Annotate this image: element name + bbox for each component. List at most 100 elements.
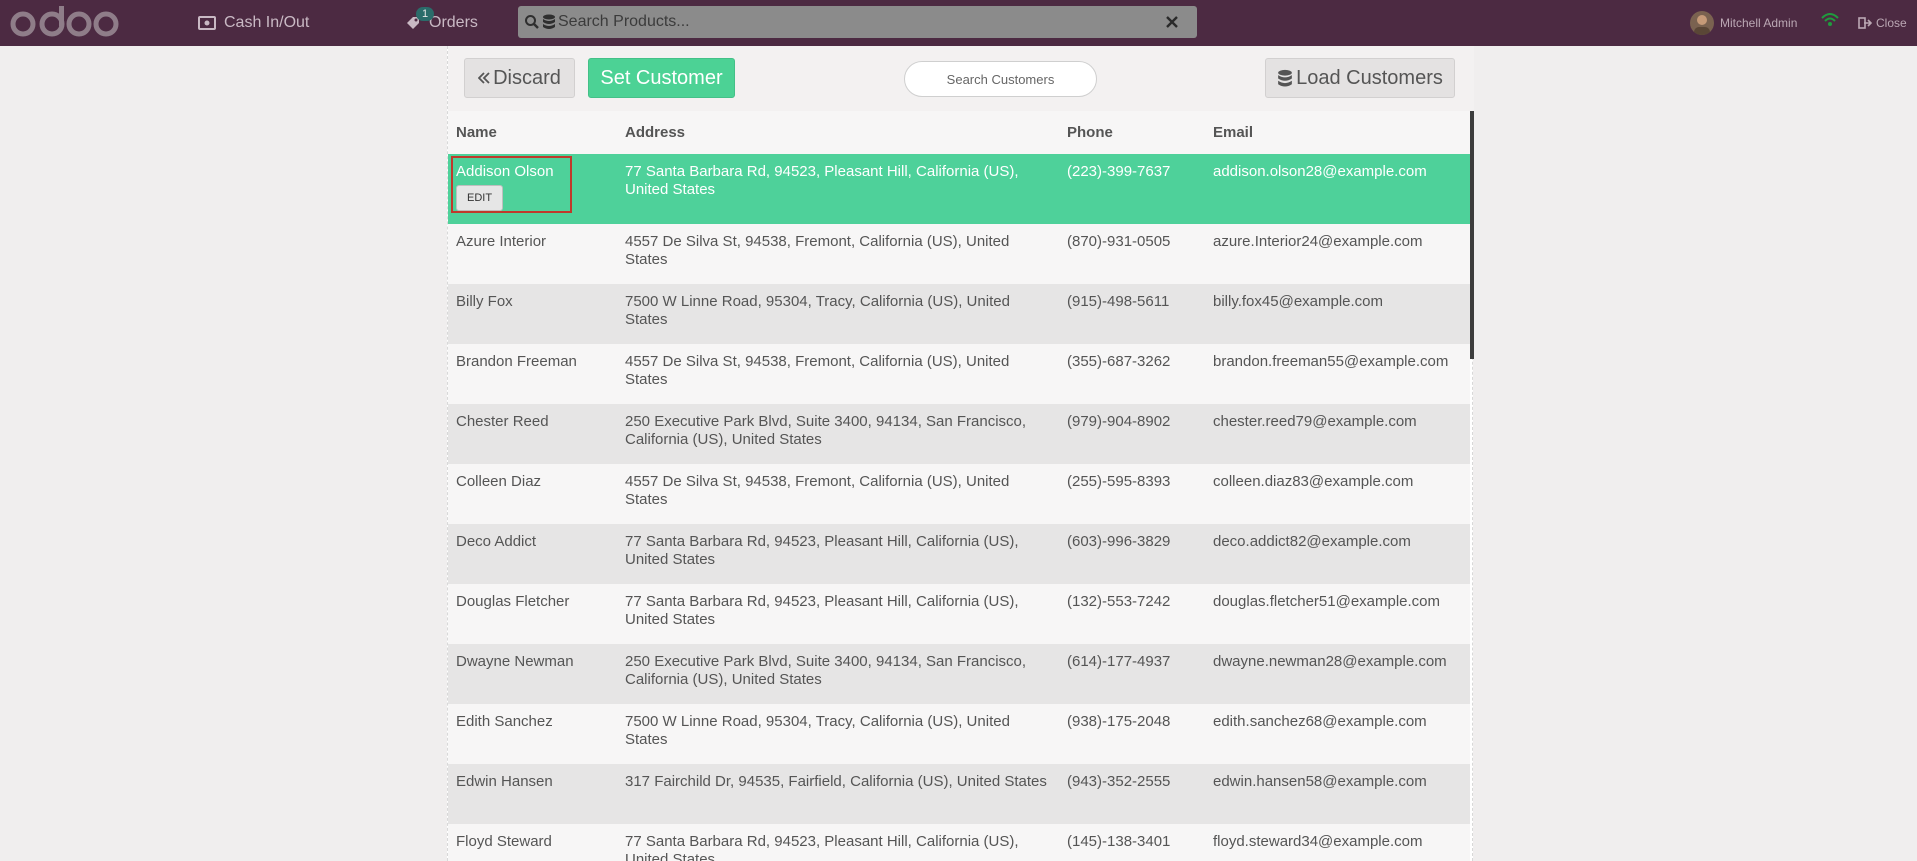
table-row[interactable]: Floyd Steward 77 Santa Barbara Rd, 94523,…: [448, 824, 1470, 861]
orders-count-badge: 1: [416, 7, 435, 21]
table-row[interactable]: Deco Addict 77 Santa Barbara Rd, 94523, P…: [448, 524, 1470, 584]
customer-name-cell: Edith Sanchez: [448, 704, 617, 764]
customer-table: Name Address Phone Email Addison Olson ED…: [448, 111, 1470, 861]
customer-name: Billy Fox: [456, 293, 513, 310]
customer-search-input[interactable]: [904, 61, 1097, 97]
customer-name-wrap: Dwayne Newman: [456, 653, 609, 671]
customer-email: floyd.steward34@example.com: [1213, 833, 1423, 850]
money-icon: [198, 16, 216, 30]
customer-email: edith.sanchez68@example.com: [1213, 713, 1427, 730]
sign-out-icon: [1858, 17, 1872, 29]
customer-name-cell: Billy Fox: [448, 284, 617, 344]
customer-name-cell: Floyd Steward: [448, 824, 617, 861]
customer-name-cell: Colleen Diaz: [448, 464, 617, 524]
customer-toolbar: Discard Set Customer Load Customers: [448, 46, 1474, 111]
customer-name: Azure Interior: [456, 233, 547, 250]
product-search-bar: [518, 6, 1197, 38]
customer-name: Edwin Hansen: [456, 773, 553, 790]
load-customers-button[interactable]: Load Customers: [1265, 58, 1455, 98]
column-header-address: Address: [617, 111, 1059, 154]
table-row[interactable]: Douglas Fletcher 77 Santa Barbara Rd, 945…: [448, 584, 1470, 644]
customer-phone: (355)-687-3262: [1067, 353, 1171, 370]
customer-address: 4557 De Silva St, 94538, Fremont, Califo…: [625, 233, 1010, 268]
list-scrollbar[interactable]: [1470, 111, 1474, 359]
table-header-row: Name Address Phone Email: [448, 111, 1470, 154]
user-menu[interactable]: Mitchell Admin: [1690, 0, 1797, 46]
discard-button[interactable]: Discard: [464, 58, 575, 98]
customer-address: 77 Santa Barbara Rd, 94523, Pleasant Hil…: [625, 533, 1019, 568]
customer-name: Edith Sanchez: [456, 713, 553, 730]
load-customers-label: Load Customers: [1296, 66, 1443, 89]
double-chevron-left-icon: [478, 72, 490, 84]
customer-name-wrap: Colleen Diaz: [456, 473, 609, 491]
customer-email: addison.olson28@example.com: [1213, 163, 1427, 180]
table-row[interactable]: Chester Reed 250 Executive Park Blvd, Sui…: [448, 404, 1470, 464]
customer-address: 77 Santa Barbara Rd, 94523, Pleasant Hil…: [625, 163, 1019, 198]
table-row[interactable]: Colleen Diaz 4557 De Silva St, 94538, Fre…: [448, 464, 1470, 524]
customer-name-wrap: Douglas Fletcher: [456, 593, 609, 611]
product-search-input[interactable]: [558, 13, 1157, 31]
customer-address: 4557 De Silva St, 94538, Fremont, Califo…: [625, 473, 1010, 508]
column-header-email: Email: [1205, 111, 1470, 154]
customer-name-cell: Azure Interior: [448, 224, 617, 284]
customer-name-cell: Brandon Freeman: [448, 344, 617, 404]
close-icon: [1166, 16, 1178, 28]
customer-address: 7500 W Linne Road, 95304, Tracy, Califor…: [625, 293, 1010, 328]
table-row[interactable]: Billy Fox 7500 W Linne Road, 95304, Tracy…: [448, 284, 1470, 344]
database-icon: [1278, 69, 1292, 86]
table-row[interactable]: Edith Sanchez 7500 W Linne Road, 95304, T…: [448, 704, 1470, 764]
customer-name: Douglas Fletcher: [456, 593, 570, 610]
clear-search-button[interactable]: [1157, 7, 1187, 37]
table-row[interactable]: Dwayne Newman 250 Executive Park Blvd, Su…: [448, 644, 1470, 704]
customer-email: colleen.diaz83@example.com: [1213, 473, 1414, 490]
customer-name-wrap: Addison Olson EDIT: [451, 156, 609, 213]
customer-name: Chester Reed: [456, 413, 549, 430]
table-row[interactable]: Edwin Hansen 317 Fairchild Dr, 94535, Fai…: [448, 764, 1470, 824]
customer-phone: (870)-931-0505: [1067, 233, 1171, 250]
search-icon: [525, 15, 539, 29]
customer-phone: (255)-595-8393: [1067, 473, 1171, 490]
customer-name: Floyd Steward: [456, 833, 552, 850]
customer-address: 4557 De Silva St, 94538, Fremont, Califo…: [625, 353, 1010, 388]
customer-phone: (132)-553-7242: [1067, 593, 1171, 610]
odoo-logo-icon: [10, 6, 119, 37]
customer-name-cell: Deco Addict: [448, 524, 617, 584]
customer-email: douglas.fletcher51@example.com: [1213, 593, 1441, 610]
customer-name-wrap: Edith Sanchez: [456, 713, 609, 731]
table-row[interactable]: Azure Interior 4557 De Silva St, 94538, F…: [448, 224, 1470, 284]
customer-name-wrap: Edwin Hansen: [456, 773, 609, 791]
customer-list-screen: Discard Set Customer Load Customers Name…: [447, 46, 1474, 861]
table-row[interactable]: Addison Olson EDIT 77 Santa Barbara Rd, 94…: [448, 154, 1470, 224]
customer-address: 250 Executive Park Blvd, Suite 3400, 941…: [625, 653, 1027, 688]
customer-name: Deco Addict: [456, 533, 537, 550]
close-session-button[interactable]: Close: [1858, 0, 1907, 46]
customer-email: dwayne.newman28@example.com: [1213, 653, 1447, 670]
customer-name-wrap: Floyd Steward: [456, 833, 609, 851]
top-navbar: Cash In/Out 1 Orders Mitchell Admin Clos…: [0, 0, 1917, 46]
close-label: Close: [1876, 16, 1907, 30]
customer-name-wrap: Deco Addict: [456, 533, 609, 551]
customer-address: 77 Santa Barbara Rd, 94523, Pleasant Hil…: [625, 833, 1019, 861]
customer-email: edwin.hansen58@example.com: [1213, 773, 1427, 790]
table-row[interactable]: Brandon Freeman 4557 De Silva St, 94538, …: [448, 344, 1470, 404]
orders-button[interactable]: 1 Orders: [405, 0, 478, 46]
column-header-name: Name: [448, 111, 617, 154]
database-icon: [543, 14, 555, 29]
customer-phone: (603)-996-3829: [1067, 533, 1171, 550]
customer-address: 77 Santa Barbara Rd, 94523, Pleasant Hil…: [625, 593, 1019, 628]
selection-highlight-box: [451, 156, 572, 213]
set-customer-button[interactable]: Set Customer: [588, 58, 735, 98]
orders-label: Orders: [429, 14, 478, 31]
customer-name-cell: Addison Olson EDIT: [448, 154, 617, 224]
customer-name-wrap: Billy Fox: [456, 293, 609, 311]
customer-address: 250 Executive Park Blvd, Suite 3400, 941…: [625, 413, 1027, 448]
customer-phone: (145)-138-3401: [1067, 833, 1171, 850]
customer-name: Brandon Freeman: [456, 353, 577, 370]
customer-list[interactable]: Name Address Phone Email Addison Olson ED…: [448, 111, 1474, 861]
cash-in-out-button[interactable]: Cash In/Out: [198, 0, 309, 46]
customer-email: brandon.freeman55@example.com: [1213, 353, 1449, 370]
customer-email: chester.reed79@example.com: [1213, 413, 1417, 430]
customer-email: deco.addict82@example.com: [1213, 533, 1411, 550]
column-header-phone: Phone: [1059, 111, 1205, 154]
wifi-icon: [1821, 13, 1839, 26]
